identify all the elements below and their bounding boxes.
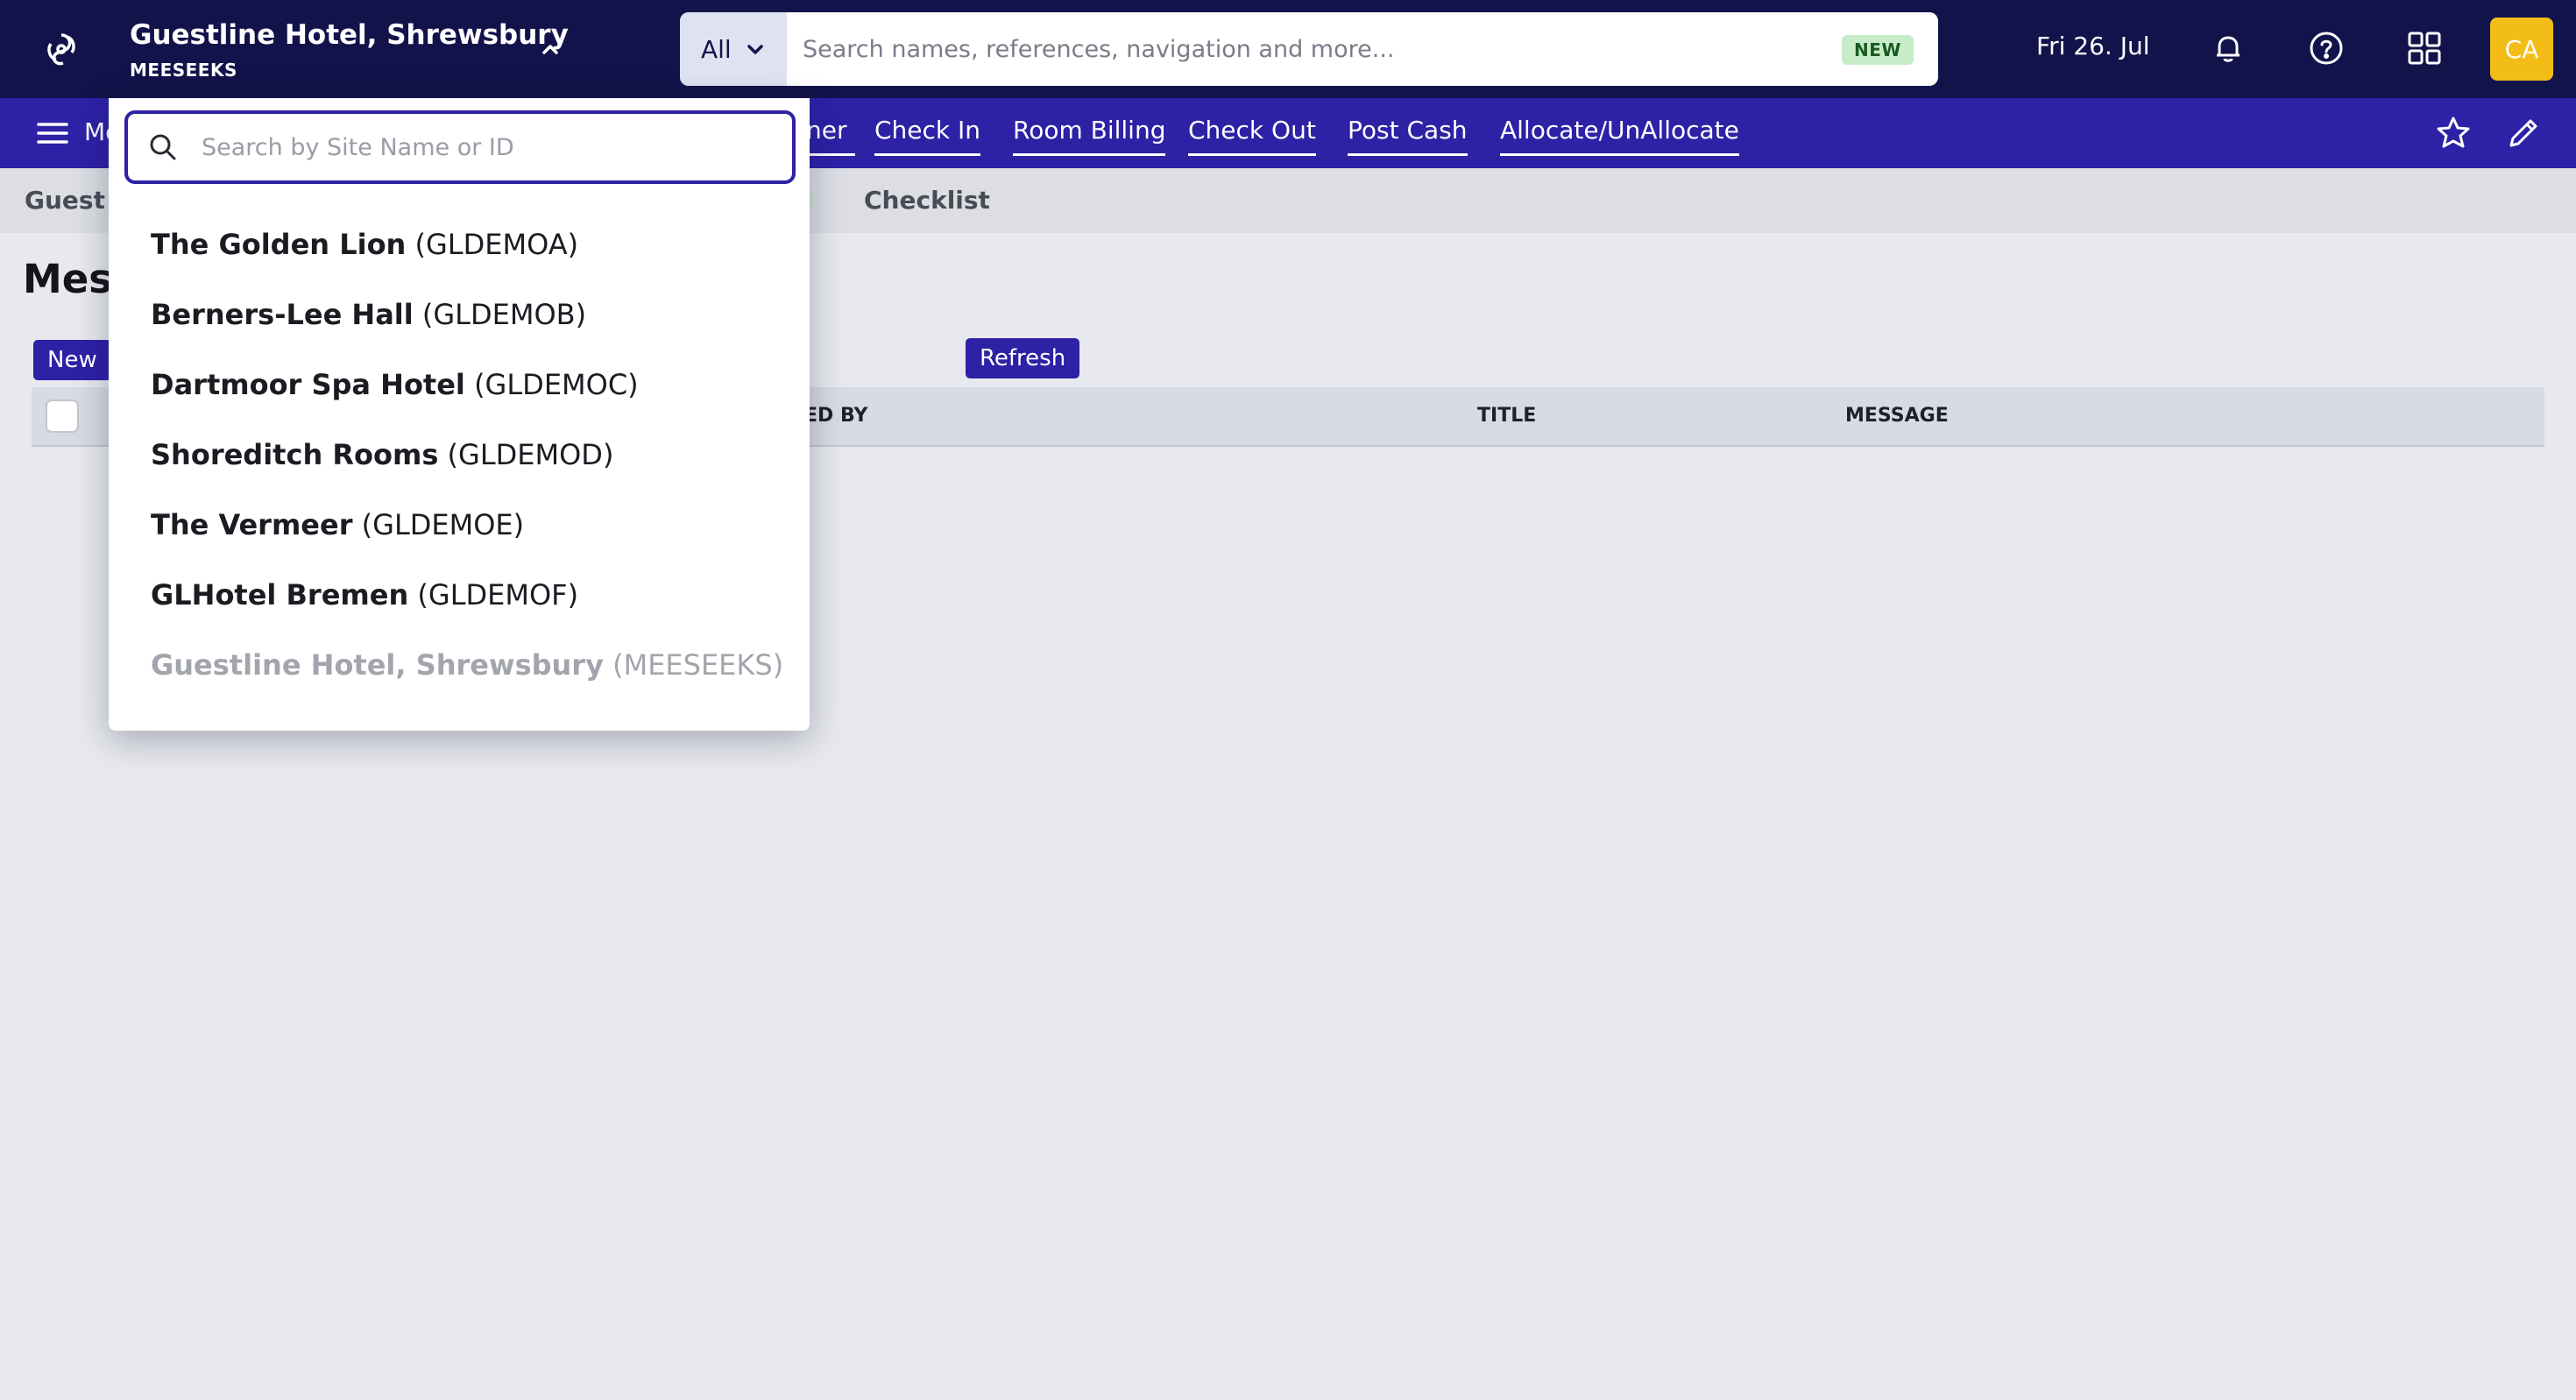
site-option[interactable]: The Vermeer (GLDEMOE): [151, 508, 524, 541]
site-option-code: (MEESEEKS): [612, 648, 784, 682]
apps-grid-icon[interactable]: [2404, 28, 2445, 68]
site-name: Guestline Hotel, Shrewsbury: [130, 19, 569, 51]
site-option-code: (GLDEMOA): [414, 228, 579, 261]
site-option-name: The Vermeer: [151, 508, 353, 541]
nav-link-planner[interactable]: ner: [806, 116, 855, 156]
nav-link-post-cash[interactable]: Post Cash: [1348, 116, 1468, 156]
site-option[interactable]: The Golden Lion (GLDEMOA): [151, 228, 578, 261]
bell-icon[interactable]: [2208, 28, 2248, 68]
nav-link-allocate[interactable]: Allocate/UnAllocate: [1500, 116, 1739, 156]
column-header-message[interactable]: MESSAGE: [1845, 405, 1949, 427]
select-all-checkbox[interactable]: [46, 399, 79, 433]
site-option[interactable]: GLHotel Bremen (GLDEMOF): [151, 578, 578, 612]
site-option-code: (GLDEMOC): [474, 368, 639, 401]
site-option-name: Berners-Lee Hall: [151, 298, 414, 331]
refresh-button[interactable]: Refresh: [966, 338, 1080, 378]
global-search: All NEW: [680, 12, 1938, 86]
site-search-input[interactable]: [202, 114, 771, 180]
hamburger-menu-icon[interactable]: [35, 117, 70, 149]
site-option-name: The Golden Lion: [151, 228, 407, 261]
new-button[interactable]: New: [33, 340, 111, 380]
site-option[interactable]: Dartmoor Spa Hotel (GLDEMOC): [151, 368, 639, 401]
site-option-code: (GLDEMOE): [361, 508, 525, 541]
site-option[interactable]: Berners-Lee Hall (GLDEMOB): [151, 298, 586, 331]
logo-icon[interactable]: [35, 23, 88, 75]
column-header-created-by[interactable]: ED BY: [804, 405, 867, 427]
site-option-name: GLHotel Bremen: [151, 578, 409, 612]
user-avatar[interactable]: CA: [2490, 18, 2553, 81]
site-option-name: Dartmoor Spa Hotel: [151, 368, 465, 401]
site-option[interactable]: Shoreditch Rooms (GLDEMOD): [151, 438, 613, 471]
current-date: Fri 26. Jul: [2036, 32, 2150, 60]
site-option-code: (GLDEMOD): [447, 438, 614, 471]
search-icon: [150, 134, 176, 160]
nav-link-check-out[interactable]: Check Out: [1188, 116, 1316, 156]
top-bar: Guestline Hotel, Shrewsbury MEESEEKS All…: [0, 0, 2576, 98]
star-icon[interactable]: [2434, 114, 2473, 152]
chevron-up-icon: [542, 45, 558, 54]
site-option-code: (GLDEMOF): [417, 578, 579, 612]
column-header-title[interactable]: TITLE: [1477, 405, 1536, 427]
site-code: MEESEEKS: [130, 60, 237, 81]
help-icon[interactable]: [2306, 28, 2346, 68]
site-option-name: Guestline Hotel, Shrewsbury: [151, 648, 604, 682]
new-badge: NEW: [1842, 35, 1914, 65]
crumb-checklist[interactable]: Checklist: [864, 186, 990, 215]
chevron-down-icon: [747, 45, 763, 54]
site-option-code: (GLDEMOB): [421, 298, 587, 331]
nav-link-room-billing[interactable]: Room Billing: [1013, 116, 1166, 156]
site-search-box: [124, 110, 796, 184]
site-option-current: Guestline Hotel, Shrewsbury (MEESEEKS): [151, 648, 783, 682]
site-switcher[interactable]: Guestline Hotel, Shrewsbury MEESEEKS: [130, 16, 569, 86]
edit-pencil-icon[interactable]: [2504, 114, 2543, 152]
site-option-name: Shoreditch Rooms: [151, 438, 439, 471]
search-scope-select[interactable]: All: [680, 12, 787, 86]
nav-link-check-in[interactable]: Check In: [874, 116, 981, 156]
search-input[interactable]: [787, 12, 1803, 86]
site-dropdown: The Golden Lion (GLDEMOA) Berners-Lee Ha…: [109, 98, 810, 731]
search-scope-label: All: [701, 34, 732, 64]
